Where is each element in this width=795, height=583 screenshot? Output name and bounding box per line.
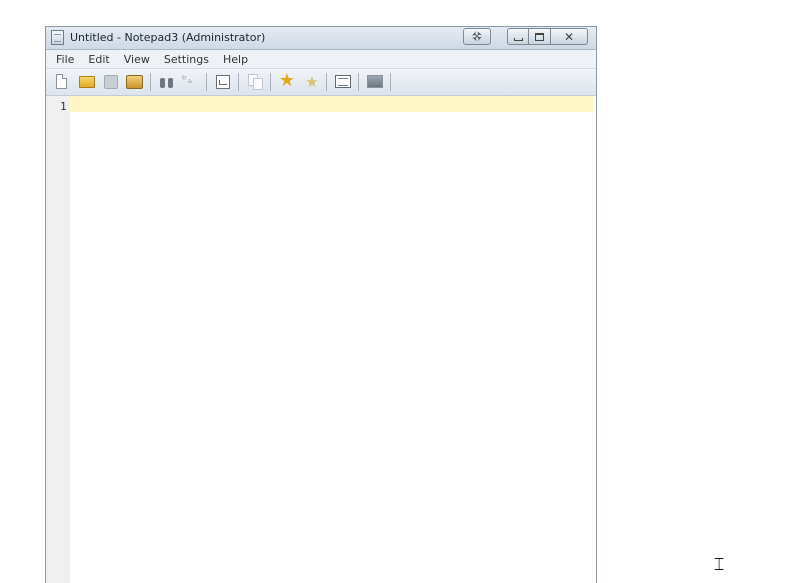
menu-edit[interactable]: Edit — [81, 53, 116, 66]
minimize-icon — [513, 38, 523, 41]
save-as-icon[interactable] — [126, 75, 143, 89]
maximize-button[interactable] — [529, 28, 551, 45]
close-button[interactable]: ✕ — [551, 28, 588, 45]
notepad3-window: Untitled - Notepad3 (Administrator) ✠ ✕ … — [45, 26, 597, 583]
menu-file[interactable]: File — [46, 53, 81, 66]
pin-icon: ✠ — [469, 28, 485, 45]
notepad-app-icon[interactable] — [51, 30, 64, 45]
add-favorite-icon[interactable]: ★ — [303, 72, 321, 92]
toolbar-separator — [150, 73, 151, 91]
save-icon[interactable] — [104, 75, 118, 89]
window-title: Untitled - Notepad3 (Administrator) — [70, 31, 266, 44]
menu-help[interactable]: Help — [216, 53, 255, 66]
copy-icon[interactable] — [248, 74, 263, 90]
word-wrap-icon[interactable] — [216, 75, 230, 89]
list-icon[interactable] — [335, 75, 351, 88]
line-number-gutter: 1 — [46, 96, 70, 583]
menu-settings[interactable]: Settings — [157, 53, 216, 66]
replace-icon[interactable]: ᵇₐ — [182, 73, 200, 89]
text-cursor-icon: ⌶ — [714, 555, 725, 575]
favorites-icon[interactable]: ★ — [278, 71, 296, 91]
current-line-highlight[interactable] — [70, 96, 594, 112]
close-icon: ✕ — [563, 29, 575, 44]
text-editor[interactable]: 1 — [46, 96, 596, 583]
new-file-icon[interactable] — [56, 74, 67, 89]
maximize-icon — [535, 32, 544, 41]
toolbar-separator — [326, 73, 327, 91]
screen-icon[interactable] — [367, 75, 383, 88]
toolbar-separator — [358, 73, 359, 91]
menu-view[interactable]: View — [117, 53, 157, 66]
find-icon[interactable] — [159, 75, 174, 89]
pin-button[interactable]: ✠ — [463, 28, 491, 45]
toolbar-separator — [206, 73, 207, 91]
toolbar-separator — [390, 73, 391, 91]
toolbar-separator — [270, 73, 271, 91]
title-bar[interactable]: Untitled - Notepad3 (Administrator) ✠ ✕ — [46, 27, 596, 50]
menu-bar: File Edit View Settings Help — [46, 50, 596, 69]
line-number: 1 — [60, 100, 67, 113]
toolbar-separator — [238, 73, 239, 91]
toolbar: ᵇₐ ★ ★ — [46, 69, 596, 96]
open-folder-icon[interactable] — [79, 76, 95, 88]
minimize-button[interactable] — [507, 28, 529, 45]
